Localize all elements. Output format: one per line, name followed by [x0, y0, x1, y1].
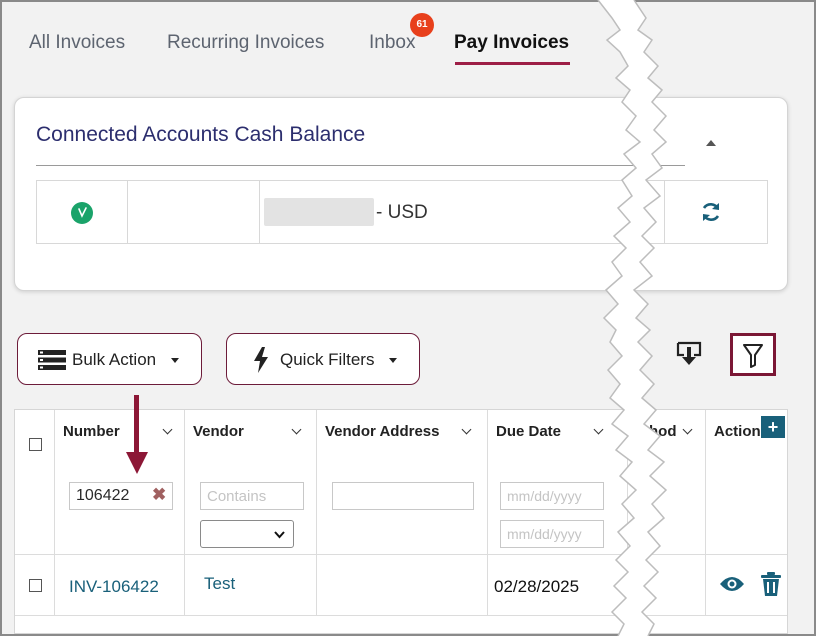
- column-label-payment-method: hod: [649, 423, 677, 440]
- vendor-address-cell: [317, 555, 488, 615]
- select-all-header: [15, 410, 55, 554]
- vendor-cell: Test: [185, 555, 317, 615]
- clear-filter-icon[interactable]: ✖: [152, 485, 166, 505]
- chevron-down-icon: [274, 531, 285, 539]
- chevron-down-icon[interactable]: [162, 424, 173, 435]
- view-eye-icon[interactable]: [719, 575, 745, 593]
- due-date-value: 02/28/2025: [494, 577, 580, 596]
- tab-all-invoices[interactable]: All Invoices: [29, 32, 125, 54]
- annotation-arrow-head: [126, 452, 148, 474]
- vendor-filter-select[interactable]: [200, 520, 294, 548]
- bulk-action-label: Bulk Action: [72, 350, 157, 369]
- annotation-arrow: [134, 395, 139, 453]
- column-header-vendor-address[interactable]: Vendor Address: [317, 410, 488, 554]
- column-header-due-date[interactable]: Due Date: [488, 410, 628, 554]
- select-all-checkbox[interactable]: [29, 438, 42, 451]
- due-date-to-input[interactable]: [500, 520, 604, 548]
- quick-filters-label: Quick Filters: [280, 350, 375, 369]
- balance-currency: - USD: [376, 202, 428, 223]
- refresh-icon[interactable]: [699, 200, 723, 224]
- column-label-vendor: Vendor: [193, 423, 244, 440]
- redacted-balance: [264, 198, 374, 226]
- tab-recurring-invoices[interactable]: Recurring Invoices: [167, 32, 324, 54]
- card-divider: [36, 165, 685, 166]
- invoice-number-cell: INV-106422: [55, 555, 185, 615]
- invoice-tabs: All Invoices Recurring Invoices Inbox 61…: [2, 2, 814, 72]
- account-logo-cell: [37, 181, 128, 243]
- vendor-filter-input[interactable]: [200, 482, 304, 510]
- card-title: Connected Accounts Cash Balance: [36, 123, 366, 146]
- column-header-payment-method[interactable]: hod: [628, 410, 706, 554]
- chevron-down-icon[interactable]: [593, 424, 604, 435]
- table-row: INV-106422 Test 02/28/2025: [15, 554, 787, 616]
- column-header-vendor[interactable]: Vendor: [185, 410, 317, 554]
- account-name-cell: [128, 181, 260, 243]
- column-label-action: Action: [714, 423, 761, 440]
- due-date-from-input[interactable]: [500, 482, 604, 510]
- vendor-name: Test: [204, 574, 236, 593]
- download-icon[interactable]: [675, 339, 703, 369]
- payment-method-cell: [628, 555, 706, 615]
- column-label-number: Number: [63, 423, 120, 440]
- delete-trash-icon[interactable]: [760, 571, 782, 597]
- bulk-action-caret-icon: [171, 358, 179, 363]
- bulk-action-button[interactable]: Bulk Action: [17, 333, 202, 385]
- bulk-list-icon: [38, 350, 66, 370]
- vendor-address-filter-input[interactable]: [332, 482, 474, 510]
- inbox-count-badge: 61: [410, 13, 434, 37]
- active-tab-indicator: [455, 62, 570, 65]
- refresh-cell-divider: [664, 181, 665, 243]
- account-balance-row: - USD: [36, 180, 768, 244]
- filter-icon: [743, 344, 763, 368]
- chevron-down-icon[interactable]: [682, 424, 693, 435]
- tab-pay-invoices[interactable]: Pay Invoices: [454, 32, 569, 54]
- lightning-icon: [254, 347, 268, 373]
- column-label-due-date: Due Date: [496, 423, 562, 440]
- row-checkbox[interactable]: [29, 579, 42, 592]
- due-date-cell: 02/28/2025: [488, 555, 628, 615]
- column-header-number[interactable]: Number ✖: [55, 410, 185, 554]
- collapse-caret-icon[interactable]: [704, 138, 718, 148]
- filter-toggle-button[interactable]: [730, 333, 776, 376]
- invoices-table: Number ✖ Vendor Vendor Address Due Date …: [14, 409, 788, 634]
- add-column-button[interactable]: +: [761, 416, 785, 438]
- column-label-vendor-address: Vendor Address: [325, 423, 440, 440]
- bank-logo-icon: [71, 202, 93, 224]
- row-select-cell: [15, 555, 55, 615]
- invoice-number-link[interactable]: INV-106422: [69, 577, 159, 597]
- chevron-down-icon[interactable]: [461, 424, 472, 435]
- pay-invoices-page: All Invoices Recurring Invoices Inbox 61…: [2, 2, 814, 634]
- cash-balance-card: Connected Accounts Cash Balance - USD: [14, 97, 788, 291]
- tab-inbox[interactable]: Inbox: [369, 32, 415, 54]
- quick-filters-caret-icon: [389, 358, 397, 363]
- chevron-down-icon[interactable]: [291, 424, 302, 435]
- quick-filters-button[interactable]: Quick Filters: [226, 333, 420, 385]
